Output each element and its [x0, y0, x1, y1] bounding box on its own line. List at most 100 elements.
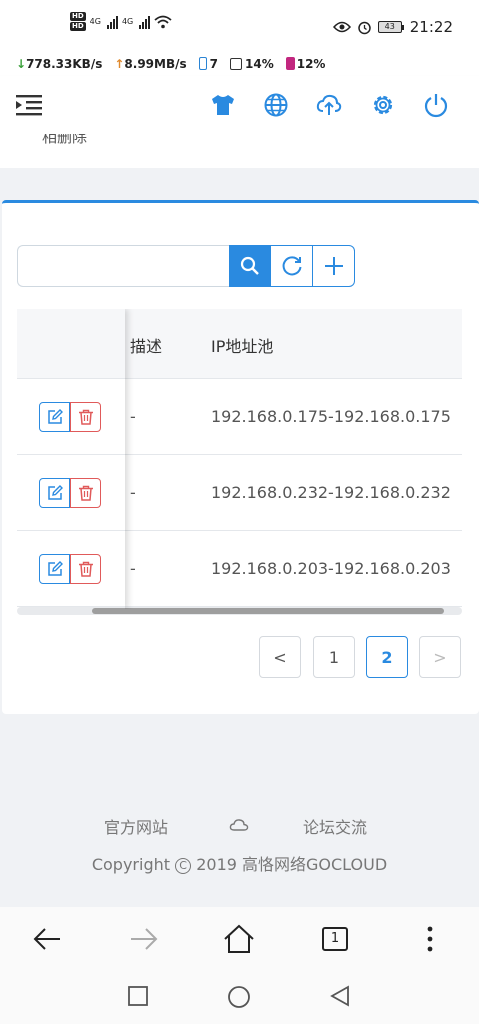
cpu-value: 14% — [245, 57, 274, 71]
cloud-icon — [229, 819, 249, 831]
upload-speed: ↑8.99MB/s — [114, 57, 186, 71]
download-value: 778.33KB/s — [26, 57, 103, 71]
search-icon — [240, 256, 259, 275]
delete-button[interactable] — [70, 554, 101, 584]
battery-icon: 43 — [377, 21, 404, 33]
status-right: 43 21:22 — [332, 18, 453, 36]
more-vertical-icon — [427, 926, 433, 952]
browser-home-button[interactable] — [223, 923, 255, 955]
battery-charge-icon — [285, 57, 295, 70]
row-description: - — [130, 559, 136, 578]
battery-value: 12% — [296, 57, 326, 71]
cpu-icon — [230, 58, 242, 70]
copyright-symbol: C — [175, 858, 192, 874]
app-count-value: 7 — [209, 57, 218, 71]
phone-icon — [198, 57, 207, 70]
menu-toggle-icon[interactable] — [16, 93, 42, 117]
row-description: - — [130, 483, 136, 502]
home-icon — [224, 924, 254, 953]
eye-icon — [332, 21, 351, 33]
signal-icon — [139, 15, 151, 29]
trash-icon — [78, 485, 93, 501]
battery-usage: 12% — [285, 57, 326, 71]
back-triangle-icon[interactable] — [329, 985, 351, 1007]
edit-button[interactable] — [39, 478, 70, 508]
wifi-icon — [154, 15, 172, 28]
system-navigation-bar — [0, 971, 479, 1024]
status-bar: HD HD 4G 4G 43 21:22 — [0, 0, 479, 52]
edit-icon — [47, 409, 63, 424]
pagination-prev-button[interactable]: < — [259, 636, 301, 678]
chevron-left-icon: < — [273, 647, 287, 667]
edit-button[interactable] — [39, 402, 70, 432]
table-header: 描述 IP地址池 — [17, 309, 462, 379]
delete-button[interactable] — [70, 478, 101, 508]
upload-value: 8.99MB/s — [124, 57, 187, 71]
search-input[interactable] — [17, 245, 229, 287]
browser-toolbar: 1 — [0, 907, 479, 971]
network-type: 4G — [89, 17, 101, 26]
edit-button[interactable] — [39, 554, 70, 584]
browser-back-button[interactable] — [31, 923, 63, 955]
official-site-link[interactable]: 官方网站 — [104, 814, 168, 838]
recents-square-icon[interactable] — [127, 985, 149, 1007]
row-actions — [39, 402, 101, 432]
previous-card-text: 相删除 — [42, 134, 88, 146]
pagination-page-2[interactable]: 2 — [366, 636, 408, 678]
footer-links: 官方网站 论坛交流 — [0, 812, 479, 838]
row-actions — [39, 478, 101, 508]
globe-icon[interactable] — [263, 92, 289, 118]
browser-forward-button[interactable] — [128, 923, 160, 955]
browser-tabs-button[interactable]: 1 — [319, 923, 351, 955]
column-header-description: 描述 — [130, 337, 163, 356]
arrow-up-icon: ↑ — [114, 57, 125, 71]
network-type-2: 4G — [121, 17, 134, 26]
edit-icon — [47, 485, 63, 500]
browser-menu-button[interactable] — [414, 923, 446, 955]
row-ip-pool: 192.168.0.203-192.168.0.203 — [211, 559, 451, 578]
row-ip-pool: 192.168.0.232-192.168.0.232 — [211, 483, 451, 502]
hd-badges: HD HD — [70, 12, 86, 31]
delete-button[interactable] — [70, 402, 101, 432]
edit-icon — [47, 561, 63, 576]
gear-icon[interactable] — [370, 92, 396, 118]
download-speed: ↓778.33KB/s — [16, 57, 102, 71]
pagination-page-1[interactable]: 1 — [313, 636, 355, 678]
power-icon[interactable] — [423, 92, 449, 118]
hd-badge: HD — [70, 22, 86, 31]
column-header-ip-pool: IP地址池 — [211, 337, 274, 356]
pagination-next-button[interactable]: > — [419, 636, 461, 678]
row-actions — [39, 554, 101, 584]
battery-level: 43 — [377, 21, 402, 33]
row-description: - — [130, 407, 136, 426]
chevron-right-icon: > — [433, 647, 447, 667]
ip-pool-table: 描述 IP地址池 - 192.168.0.175-192.168.0.175 -… — [17, 309, 462, 609]
app-count: 7 — [198, 57, 218, 71]
arrow-left-icon — [33, 928, 60, 950]
scrollbar-thumb[interactable] — [92, 608, 444, 614]
refresh-icon — [282, 256, 301, 276]
ip-pool-card: 描述 IP地址池 - 192.168.0.175-192.168.0.175 -… — [2, 200, 479, 714]
forum-link[interactable]: 论坛交流 — [303, 814, 367, 838]
theme-shirt-icon[interactable] — [210, 92, 236, 118]
trash-icon — [78, 409, 93, 425]
row-ip-pool: 192.168.0.175-192.168.0.175 — [211, 407, 451, 426]
trash-icon — [78, 561, 93, 577]
previous-card: 相删除 — [0, 134, 479, 168]
table-horizontal-scrollbar[interactable] — [17, 607, 462, 615]
hd-badge: HD — [70, 12, 86, 21]
search-button[interactable] — [229, 245, 271, 287]
copyright: Copyright C 2019 高恪网络GOCLOUD — [0, 851, 479, 875]
arrow-down-icon: ↓ — [16, 57, 27, 71]
cloud-upload-icon[interactable] — [316, 92, 342, 118]
alarm-icon — [358, 21, 371, 34]
add-button[interactable] — [313, 245, 355, 287]
tab-count: 1 — [322, 927, 348, 951]
home-circle-icon[interactable] — [227, 985, 251, 1009]
refresh-button[interactable] — [271, 245, 313, 287]
cpu-usage: 14% — [230, 57, 274, 71]
copyright-prefix: Copyright — [91, 855, 171, 874]
speed-bar: ↓778.33KB/s ↑8.99MB/s 7 14% 12% — [0, 52, 479, 76]
clock: 21:22 — [409, 18, 453, 36]
network-indicators: HD HD 4G 4G — [70, 12, 172, 31]
